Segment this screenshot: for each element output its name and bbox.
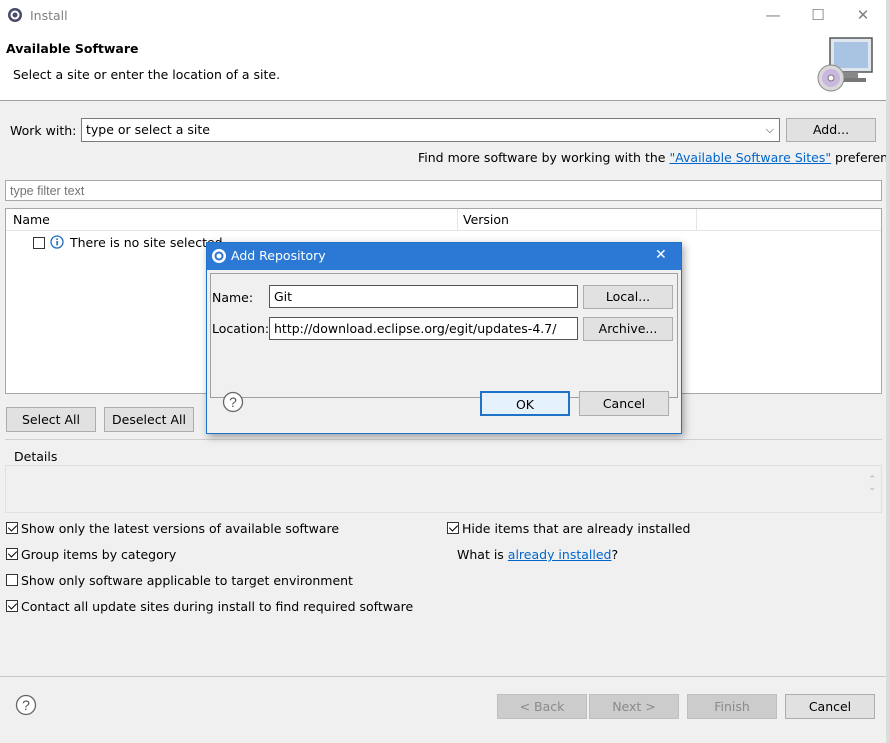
dialog-cancel-button[interactable]: Cancel [579, 391, 669, 416]
column-version[interactable]: Version [463, 212, 509, 227]
work-with-label: Work with: [10, 123, 77, 138]
page-subtitle: Select a site or enter the location of a… [13, 67, 281, 82]
already-installed-link[interactable]: already installed [508, 547, 612, 562]
group-by-category-checkbox[interactable] [6, 548, 18, 560]
eclipse-gear-icon [212, 249, 226, 263]
contact-sites-checkbox[interactable] [6, 600, 18, 612]
table-header: Name Version [6, 209, 881, 231]
archive-button[interactable]: Archive... [583, 317, 673, 341]
next-button[interactable]: Next > [589, 694, 679, 719]
add-site-button[interactable]: Add... [786, 118, 876, 142]
details-label: Details [14, 449, 58, 464]
dialog-title-bar: Add Repository ✕ [207, 243, 681, 270]
available-sites-link[interactable]: "Available Software Sites" [669, 150, 831, 165]
column-divider [696, 209, 697, 230]
column-name[interactable]: Name [13, 212, 50, 227]
location-input[interactable]: http://download.eclipse.org/egit/updates… [269, 317, 578, 340]
local-button[interactable]: Local... [583, 285, 673, 309]
svg-text:?: ? [229, 394, 237, 410]
background-window-edge [886, 0, 890, 743]
window-title: Install [30, 8, 68, 23]
info-icon [50, 235, 64, 249]
footer-separator [0, 676, 886, 677]
group-by-category-label: Group items by category [21, 547, 177, 562]
dialog-close-button[interactable]: ✕ [655, 247, 667, 263]
close-button[interactable]: ✕ [840, 0, 886, 30]
chevron-down-icon[interactable]: ⌵ [766, 119, 774, 141]
add-repository-dialog: Add Repository ✕ Name: Git Local... Loca… [206, 242, 682, 434]
latest-versions-checkbox[interactable] [6, 522, 18, 534]
finish-button[interactable]: Finish [687, 694, 777, 719]
hide-installed-checkbox[interactable] [447, 522, 459, 534]
contact-sites-label: Contact all update sites during install … [21, 599, 414, 614]
target-env-checkbox[interactable] [6, 574, 18, 586]
ok-button[interactable]: OK [480, 391, 570, 416]
svg-text:?: ? [22, 697, 30, 713]
work-with-combo[interactable]: type or select a site ⌵ [81, 118, 780, 142]
target-env-label: Show only software applicable to target … [21, 573, 353, 588]
help-icon[interactable]: ? [222, 391, 244, 413]
eclipse-gear-icon [8, 8, 22, 22]
location-label: Location: [212, 321, 270, 336]
find-more-suffix: preferences. [835, 150, 890, 165]
what-is-installed-text: What is already installed? [457, 547, 618, 562]
name-input[interactable]: Git [269, 285, 578, 308]
separator [5, 439, 882, 440]
what-is-prefix: What is [457, 547, 508, 562]
column-divider [457, 209, 458, 230]
minimize-button[interactable]: — [750, 0, 796, 30]
hide-installed-label: Hide items that are already installed [462, 521, 691, 536]
maximize-button[interactable]: ☐ [795, 0, 841, 30]
what-is-suffix: ? [611, 547, 619, 562]
find-more-text: Find more software by working with the "… [418, 150, 890, 165]
back-button[interactable]: < Back [497, 694, 587, 719]
dialog-title: Add Repository [231, 248, 326, 263]
details-area: ⌃ ⌄ [5, 465, 882, 513]
deselect-all-button[interactable]: Deselect All [104, 407, 194, 432]
work-with-value: type or select a site [86, 122, 210, 137]
filter-input[interactable] [5, 180, 882, 201]
help-icon[interactable]: ? [15, 694, 37, 716]
find-more-prefix: Find more software by working with the [418, 150, 670, 165]
select-all-button[interactable]: Select All [6, 407, 96, 432]
spinner-arrows-icon: ⌃ ⌄ [868, 475, 876, 493]
row-checkbox[interactable] [33, 237, 45, 249]
monitor-cd-icon [817, 37, 873, 92]
empty-row-text: There is no site selected. [70, 235, 227, 250]
wizard-header: Available Software Select a site or ente… [0, 30, 886, 101]
name-label: Name: [212, 290, 254, 305]
latest-versions-label: Show only the latest versions of availab… [21, 521, 340, 536]
cancel-button[interactable]: Cancel [785, 694, 875, 719]
page-title: Available Software [6, 41, 139, 56]
title-bar: Install — ☐ ✕ [0, 0, 886, 30]
